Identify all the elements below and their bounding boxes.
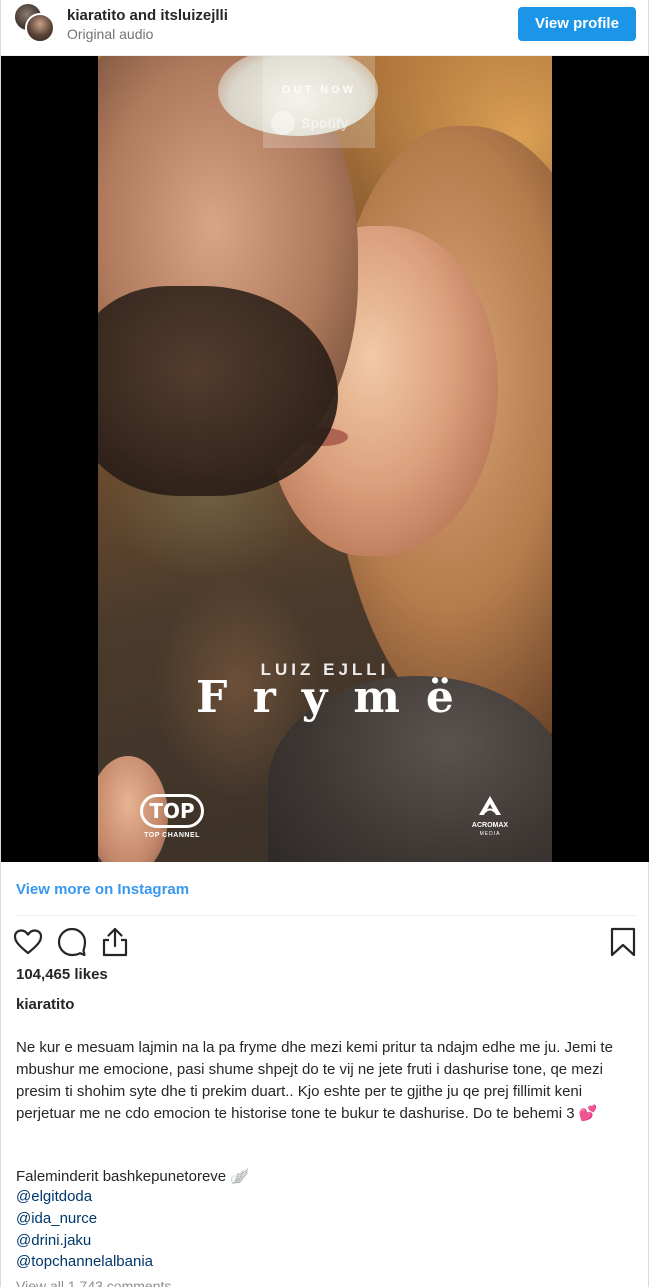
author-joiner: and bbox=[129, 7, 157, 24]
acromax-logo: ACROMAX MEDIA bbox=[468, 794, 512, 842]
post-header: kiaratito and itsluizejlli Original audi… bbox=[1, 0, 649, 56]
view-profile-button[interactable]: View profile bbox=[518, 7, 636, 41]
share-icon[interactable] bbox=[99, 926, 131, 958]
song-title: Frymë bbox=[196, 672, 480, 723]
acromax-caption: ACROMAX bbox=[471, 822, 509, 829]
spotify-badge: Spotify bbox=[271, 111, 367, 137]
top-channel-mark: TOP bbox=[140, 794, 204, 828]
avatar-stack[interactable] bbox=[13, 2, 57, 46]
author-names: kiaratito and itsluizejlli bbox=[67, 7, 228, 24]
likes-count[interactable]: 104,465 likes bbox=[16, 966, 108, 983]
acromax-subcaption: MEDIA bbox=[479, 831, 501, 837]
out-now-text: OUT NOW bbox=[281, 84, 357, 96]
mention-link[interactable]: @drini.jaku bbox=[16, 1232, 91, 1249]
spotify-label: Spotify bbox=[301, 115, 349, 131]
post-media[interactable]: OUT NOW Spotify LUIZ EJLLI Frymë TOP TOP… bbox=[1, 56, 649, 862]
post-frame: kiaratito and itsluizejlli Original audi… bbox=[0, 0, 649, 1287]
avatar[interactable] bbox=[25, 13, 55, 43]
caption-username[interactable]: kiaratito bbox=[16, 996, 74, 1013]
mention-link[interactable]: @topchannelalbania bbox=[16, 1253, 153, 1270]
divider bbox=[16, 915, 636, 916]
mention-link[interactable]: @ida_nurce bbox=[16, 1210, 97, 1227]
caption-body: Ne kur e mesuam lajmin na la pa fryme dh… bbox=[16, 1039, 613, 1122]
spotify-icon bbox=[271, 111, 295, 135]
thanks-line: Faleminderit bashkepunetoreve 🪽 bbox=[16, 1168, 249, 1185]
bookmark-icon[interactable] bbox=[607, 926, 639, 958]
caption-text: Ne kur e mesuam lajmin na la pa fryme dh… bbox=[16, 1037, 642, 1125]
author-link-primary[interactable]: kiaratito bbox=[67, 7, 125, 24]
top-channel-caption: TOP CHANNEL bbox=[144, 832, 200, 839]
author-link-secondary[interactable]: itsluizejlli bbox=[160, 7, 228, 24]
acromax-icon bbox=[479, 796, 501, 815]
audio-label[interactable]: Original audio bbox=[67, 26, 153, 42]
heart-emoji: 💕 bbox=[578, 1105, 598, 1122]
post-photo[interactable]: OUT NOW Spotify LUIZ EJLLI Frymë TOP TOP… bbox=[98, 56, 552, 862]
view-more-link[interactable]: View more on Instagram bbox=[16, 881, 189, 898]
mention-link[interactable]: @elgitdoda bbox=[16, 1188, 92, 1205]
comment-icon[interactable] bbox=[56, 926, 88, 958]
top-channel-logo: TOP TOP CHANNEL bbox=[136, 794, 208, 842]
heart-icon[interactable] bbox=[12, 926, 44, 958]
view-comments-link[interactable]: View all 1,743 comments bbox=[16, 1278, 171, 1287]
